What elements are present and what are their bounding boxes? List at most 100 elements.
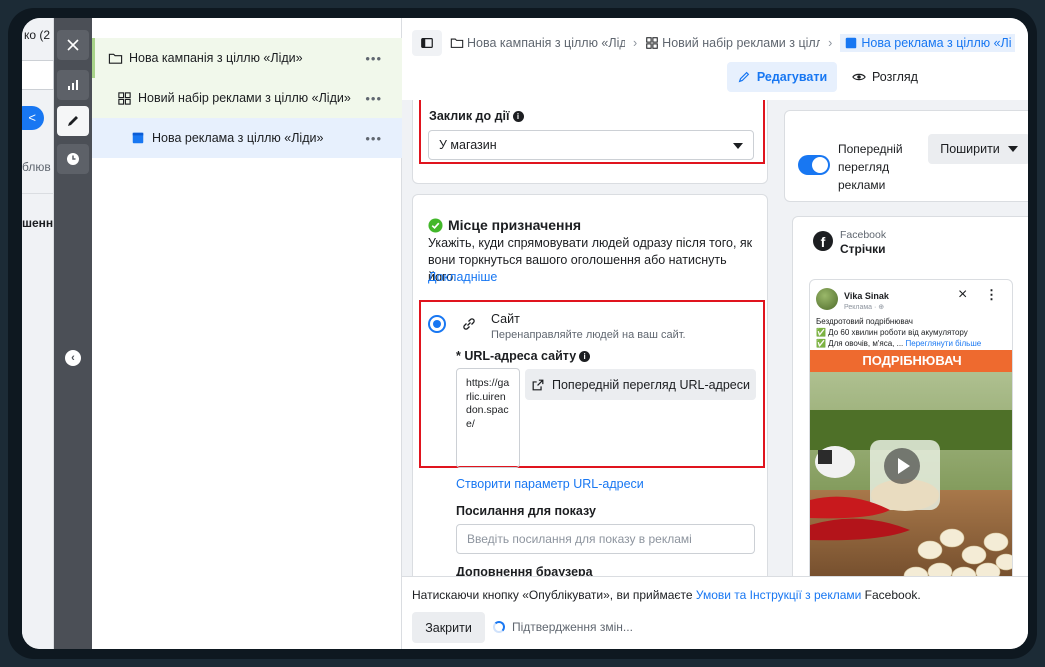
more-options-icon[interactable]: ••• (365, 51, 382, 66)
ad-icon (846, 37, 857, 49)
sidebar-icon (421, 38, 433, 48)
chevron-right-icon: › (828, 36, 833, 50)
edit-button[interactable]: Редагувати (727, 62, 837, 92)
play-icon[interactable] (884, 448, 920, 484)
close-icon (67, 39, 79, 51)
website-option-title: Сайт (491, 312, 520, 326)
ads-manager-screen: ко (2 < блюв шенн ‹ Нова кампанія з цілл… (22, 18, 1028, 649)
create-url-parameter-link[interactable]: Створити параметр URL-адреси (456, 476, 644, 493)
close-icon[interactable]: × (958, 286, 967, 303)
status-text: Підтвердження змін... (512, 620, 633, 634)
learn-more-link[interactable]: Докладніше (428, 269, 497, 286)
background-label-bold: шенн (22, 216, 54, 230)
info-icon: i (512, 111, 524, 123)
preview-url-button[interactable]: Попередній перегляд URL-адреси (525, 369, 756, 400)
feed-preview-card: f Facebook Стрічки Vika Sinak Реклама · … (792, 216, 1028, 576)
cta-label-text: Заклик до дії (429, 109, 510, 123)
url-input[interactable]: https://garlic.uirendon.space/ (456, 368, 520, 468)
post-text-line-2: ✅ До 60 хвилин роботи від акумулятору (816, 328, 968, 337)
edit-tool-button[interactable] (57, 106, 89, 136)
website-option-description: Перенаправляйте людей на ваш сайт. (491, 329, 686, 341)
post-sponsored: Реклама · ⊕ (844, 304, 885, 311)
check-circle-icon (428, 218, 443, 233)
image-caption: ПОДРІБНЮВАЧ (862, 353, 962, 368)
ad-icon (130, 130, 146, 146)
loading-spinner-icon (493, 621, 505, 633)
ad-form: Заклик до дії i У магазин Місце призначен… (402, 100, 776, 576)
more-options-icon[interactable]: ⋮ (985, 286, 998, 303)
chevron-right-icon: › (633, 36, 638, 50)
background-pill-button[interactable]: < (22, 106, 44, 130)
tree-item-campaign[interactable]: Нова кампанія з ціллю «Ліди» ••• (92, 38, 402, 78)
history-tool-button[interactable] (57, 144, 89, 174)
display-link-label: Посилання для показу (456, 504, 596, 518)
preview-toggle-label: Попередній перегляд реклами (838, 142, 903, 192)
info-icon: i (579, 351, 591, 363)
pencil-icon (68, 116, 78, 126)
terms-suffix: Facebook. (861, 588, 921, 602)
breadcrumb-label: Нова реклама з ціллю «Ліди» (861, 36, 1012, 50)
breadcrumb-campaign[interactable]: Нова кампанія з ціллю «Ліди» (450, 36, 625, 50)
terms-prefix: Натискаючи кнопку «Опублікувати», ви при… (412, 588, 696, 602)
ad-creative-image[interactable]: ПОДРІБНЮВАЧ (810, 350, 1012, 576)
vertical-toolbar: ‹ (54, 18, 92, 649)
tree-item-label: Нова кампанія з ціллю «Ліди» (129, 51, 303, 65)
breadcrumb: Нова кампанія з ціллю «Ліди» › Новий наб… (412, 30, 1016, 56)
campaign-tree-panel: Нова кампанія з ціллю «Ліди» ••• Новий н… (92, 18, 402, 649)
review-button-label: Розгляд (872, 70, 918, 84)
post-text-line-3-text: ✅ Для овочів, м'яса, ... (816, 339, 904, 348)
background-panel: ко (2 < блюв шенн (22, 18, 54, 649)
folder-icon (450, 38, 464, 48)
pencil-icon (738, 71, 750, 83)
folder-icon (107, 50, 123, 66)
share-button-label: Поширити (940, 142, 1000, 156)
edit-button-label: Редагувати (756, 70, 828, 84)
chart-icon (68, 80, 78, 90)
close-editor-button-label: Закрити (425, 620, 472, 635)
close-button[interactable] (57, 30, 89, 60)
ad-preview-panel: Попередній перегляд реклами Поширити f F… (776, 100, 1028, 576)
preview-url-button-label: Попередній перегляд URL-адреси (551, 377, 750, 392)
device-frame: ко (2 < блюв шенн ‹ Нова кампанія з цілл… (8, 8, 1037, 659)
url-label: * URL-адреса сайту i (456, 348, 591, 365)
tree-item-label: Нова реклама з ціллю «Ліди» (152, 131, 324, 145)
tree-item-adset[interactable]: Новий набір реклами з ціллю «Ліди» ••• (92, 78, 402, 118)
breadcrumb-adset[interactable]: Новий набір реклами з ціллю «Ліди» (645, 36, 820, 50)
share-button[interactable]: Поширити (928, 134, 1028, 164)
display-link-input[interactable]: Введіть посилання для показу в рекламі (456, 524, 755, 554)
url-label-text: * URL-адреса сайту (456, 349, 577, 363)
background-label: блюв (22, 160, 51, 174)
caret-down-icon (733, 143, 743, 149)
link-icon (463, 318, 475, 330)
post-text-line-1: Бездротовий подрібнювач (816, 317, 913, 326)
breadcrumb-label: Новий набір реклами з ціллю «Ліди» (662, 36, 821, 50)
preview-toggle[interactable] (798, 155, 830, 175)
terms-text: Натискаючи кнопку «Опублікувати», ви при… (412, 587, 921, 604)
charts-tool-button[interactable] (57, 70, 89, 100)
tree-item-ad[interactable]: Нова реклама з ціллю «Ліди» ••• (92, 118, 402, 158)
clock-icon (67, 153, 79, 165)
ad-terms-link[interactable]: Умови та Інструкції з реклами (696, 588, 861, 602)
review-button[interactable]: Розгляд (852, 62, 918, 92)
eye-icon (852, 73, 866, 81)
cta-select[interactable]: У магазин (428, 130, 754, 160)
grid-icon (116, 90, 132, 106)
tree-item-label: Новий набір реклами з ціллю «Ліди» (138, 91, 351, 105)
breadcrumb-label: Нова кампанія з ціллю «Ліди» (467, 36, 625, 50)
facebook-icon: f (813, 231, 833, 251)
more-options-icon[interactable]: ••• (365, 91, 382, 106)
grid-icon (646, 37, 658, 49)
breadcrumb-ad[interactable]: Нова реклама з ціллю «Ліди» (840, 34, 1016, 52)
close-editor-button[interactable]: Закрити (412, 612, 485, 643)
caret-down-icon (1007, 146, 1018, 152)
more-options-icon[interactable]: ••• (365, 131, 382, 146)
toggle-sidebar-button[interactable] (412, 30, 442, 56)
background-title: ко (2 (24, 28, 51, 42)
collapse-panel-button[interactable]: ‹ (65, 350, 81, 366)
background-field (22, 60, 54, 90)
ad-post-preview: Vika Sinak Реклама · ⊕ × ⋮ Бездротовий п… (809, 279, 1013, 576)
see-more-link[interactable]: Переглянути більше (906, 339, 982, 348)
website-radio[interactable] (428, 315, 446, 333)
editor-header: Нова кампанія з ціллю «Ліди» › Новий наб… (402, 18, 1028, 100)
editor-footer: Натискаючи кнопку «Опублікувати», ви при… (402, 576, 1028, 649)
